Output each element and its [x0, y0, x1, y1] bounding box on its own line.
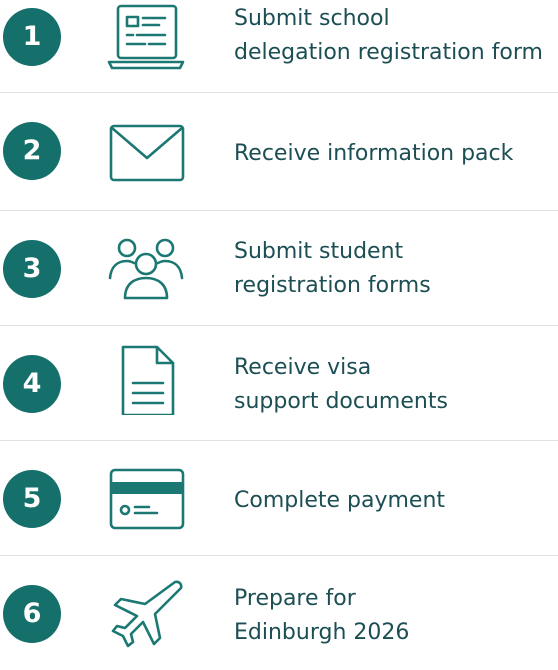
- divider: [0, 325, 558, 326]
- step-number-badge: 4: [3, 355, 61, 413]
- step-number-badge: 5: [3, 470, 61, 528]
- step-number-badge: 3: [3, 240, 61, 298]
- divider: [0, 555, 558, 556]
- step-5: 5 Complete payment: [0, 443, 558, 555]
- divider: [0, 210, 558, 211]
- step-label: Receive visa support documents: [234, 355, 448, 414]
- step-label: Submit student registration forms: [234, 239, 431, 298]
- step-3: 3 Submit student registration forms: [0, 212, 558, 324]
- airplane-icon: [105, 578, 187, 648]
- document-icon: [105, 345, 187, 415]
- step-label: Submit school delegation registration fo…: [234, 6, 543, 65]
- step-label: Complete payment: [234, 488, 446, 513]
- divider: [0, 92, 558, 93]
- laptop-form-icon: [105, 2, 187, 72]
- step-2: 2 Receive information pack: [0, 96, 558, 208]
- credit-card-icon: [105, 464, 187, 534]
- envelope-icon: [105, 118, 187, 188]
- step-number-badge: 6: [3, 585, 61, 643]
- step-number-badge: 2: [3, 122, 61, 180]
- people-group-icon: [105, 234, 187, 304]
- step-label: Receive information pack: [234, 141, 514, 166]
- step-4: 4 Receive visa support documents: [0, 328, 558, 440]
- step-number-badge: 1: [3, 8, 61, 66]
- step-label: Prepare for Edinburgh 2026: [234, 586, 410, 645]
- divider: [0, 440, 558, 441]
- registration-steps: 1 Submit school delegation registration …: [0, 0, 558, 653]
- step-6: 6 Prepare for Edinburgh 2026: [0, 558, 558, 670]
